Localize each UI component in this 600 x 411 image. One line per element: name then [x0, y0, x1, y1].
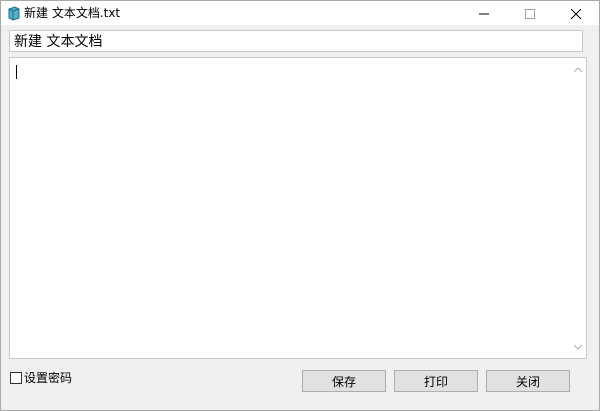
notepad-book-icon — [6, 5, 22, 21]
minimize-button[interactable] — [461, 1, 507, 25]
maximize-icon — [525, 4, 535, 23]
print-button[interactable]: 打印 — [394, 370, 478, 392]
save-button[interactable]: 保存 — [302, 370, 386, 392]
password-label: 设置密码 — [24, 371, 73, 385]
window-title: 新建 文本文档.txt — [24, 6, 121, 20]
scroll-down-arrow-icon[interactable] — [573, 342, 583, 352]
close-button[interactable]: 关闭 — [486, 370, 570, 392]
maximize-button[interactable] — [507, 1, 553, 25]
title-bar[interactable]: 新建 文本文档.txt — [1, 1, 599, 25]
close-icon — [570, 4, 582, 23]
scroll-up-arrow-icon[interactable] — [573, 64, 583, 74]
text-caret — [16, 65, 17, 79]
minimize-icon — [479, 4, 489, 23]
filename-input[interactable]: 新建 文本文档 — [9, 30, 583, 52]
password-checkbox[interactable] — [10, 372, 22, 384]
app-window: 新建 文本文档.txt 新建 文本文档 设置密码 保存 打印 关闭 — [0, 0, 600, 411]
text-editor[interactable] — [9, 57, 587, 359]
close-window-button[interactable] — [553, 1, 599, 25]
